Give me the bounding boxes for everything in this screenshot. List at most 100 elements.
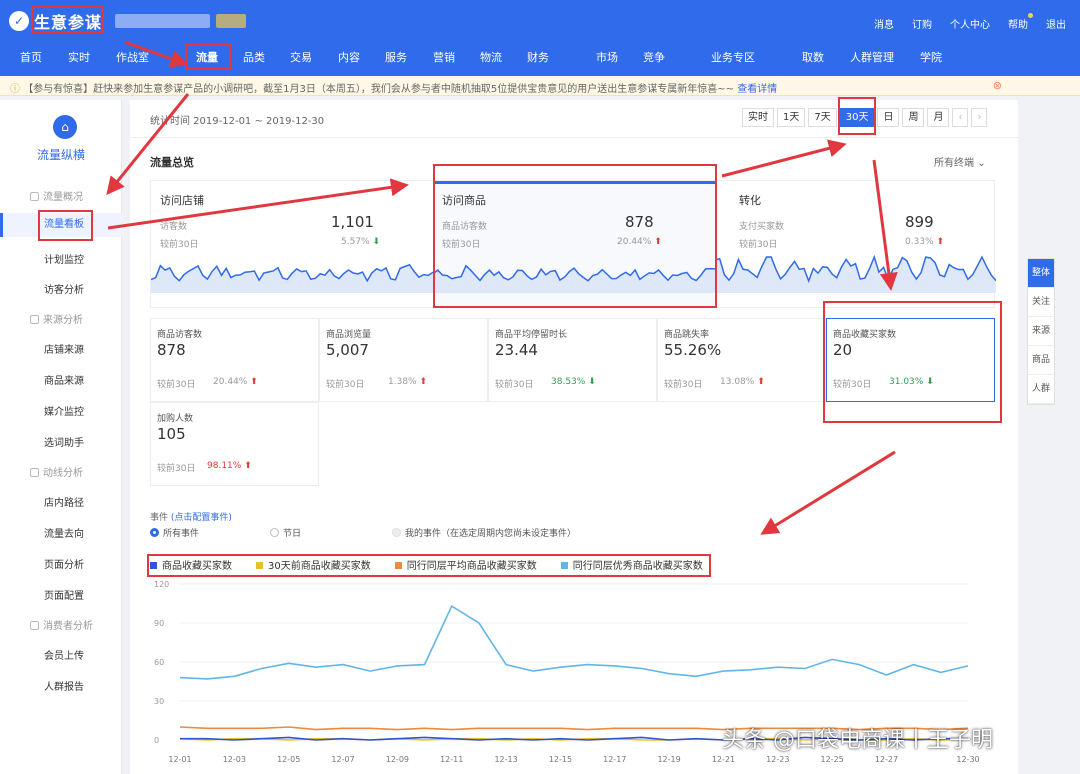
sidebar-item-store-path[interactable]: 店内路径 bbox=[0, 494, 122, 509]
kpi-card-bounce-rate[interactable]: 商品跳失率 55.26% 较前30日 13.08% ⬆ bbox=[657, 318, 826, 402]
nav-item-competition[interactable]: 竞争 bbox=[643, 49, 665, 65]
kpi-card-avg-stay[interactable]: 商品平均停留时长 23.44 较前30日 38.53% ⬇ bbox=[488, 318, 657, 402]
nav-item-logistics[interactable]: 物流 bbox=[480, 49, 502, 65]
nav-item-academy[interactable]: 学院 bbox=[920, 49, 942, 65]
sidebar-item-media-monitor[interactable]: 媒介监控 bbox=[0, 403, 122, 418]
tab-crowd[interactable]: 人群 bbox=[1028, 375, 1054, 404]
nav-item-realtime[interactable]: 实时 bbox=[68, 49, 90, 65]
top-link-messages[interactable]: 消息 bbox=[874, 16, 894, 31]
radio-selected-icon bbox=[150, 528, 159, 537]
kpi-value: 20 bbox=[833, 341, 853, 359]
sidebar-item-member-upload[interactable]: 会员上传 bbox=[0, 647, 122, 662]
period-week-button[interactable]: 周 bbox=[902, 108, 925, 127]
sidebar-item-page-config[interactable]: 页面配置 bbox=[0, 587, 122, 602]
top-link-orders[interactable]: 订购 bbox=[912, 16, 932, 31]
watermark: 头条 @口袋电商课丨王子明 bbox=[722, 728, 993, 753]
nav-item-home[interactable]: 首页 bbox=[20, 49, 42, 65]
nav-item-traffic[interactable]: 流量 bbox=[196, 49, 218, 65]
arrow-down-icon: ⬇ bbox=[588, 377, 596, 387]
stat-time: 统计时间 2019-12-01 ~ 2019-12-30 bbox=[150, 116, 325, 127]
legend-item-2[interactable]: 同行同层平均商品收藏买家数 bbox=[394, 557, 537, 572]
main-nav: 首页 实时 作战室 流量 品类 交易 内容 服务 营销 物流 财务 市场 竞争 … bbox=[0, 44, 1080, 70]
event-option-all[interactable]: 所有事件 bbox=[150, 526, 199, 539]
close-circle-icon[interactable]: ⊗ bbox=[993, 79, 1002, 92]
nav-item-data-fetch[interactable]: 取数 bbox=[802, 49, 824, 65]
nav-item-category[interactable]: 品类 bbox=[243, 49, 265, 65]
sidebar: ⌂ 流量纵横 流量概况 流量看板 计划监控 访客分析 来源分析 店铺来源 商品来… bbox=[0, 100, 122, 774]
legend-item-3[interactable]: 同行同层优秀商品收藏买家数 bbox=[560, 557, 703, 572]
tab-source[interactable]: 来源 bbox=[1028, 317, 1054, 346]
top-link-help[interactable]: 帮助 bbox=[1008, 13, 1033, 31]
config-events-link[interactable]: (点击配置事件) bbox=[171, 513, 232, 523]
notice-link[interactable]: 查看详情 bbox=[737, 84, 777, 95]
kpi-value: 105 bbox=[157, 425, 186, 443]
nav-item-warroom[interactable]: 作战室 bbox=[116, 49, 149, 65]
legend-item-0[interactable]: 商品收藏买家数 bbox=[150, 557, 232, 572]
chevron-right-icon[interactable]: › bbox=[971, 108, 988, 127]
overview-card-selected-bar bbox=[433, 181, 715, 184]
tab-product[interactable]: 商品 bbox=[1028, 346, 1054, 375]
period-day-button[interactable]: 日 bbox=[877, 108, 900, 127]
period-realtime-button[interactable]: 实时 bbox=[742, 108, 774, 127]
sidebar-title: 流量纵横 bbox=[36, 148, 85, 162]
x-tick-label: 12-19 bbox=[657, 755, 680, 764]
info-icon: ⓘ bbox=[10, 84, 24, 95]
overview-card-conversion[interactable]: 转化 支付买家数 899 较前30日 0.33% ⬆ bbox=[715, 181, 996, 309]
kpi-card-product-visitors[interactable]: 商品访客数 878 较前30日 20.44% ⬆ bbox=[150, 318, 319, 402]
nav-item-marketing[interactable]: 营销 bbox=[433, 49, 455, 65]
sidebar-item-traffic-board[interactable]: 流量看板 bbox=[0, 213, 122, 237]
sidebar-item-product-source[interactable]: 商品来源 bbox=[0, 372, 122, 387]
period-30day-button[interactable]: 30天 bbox=[839, 108, 875, 127]
chevron-left-icon[interactable]: ‹ bbox=[952, 108, 969, 127]
kpi-card-favorite-buyers[interactable]: 商品收藏买家数 20 较前30日 31.03% ⬇ bbox=[826, 318, 995, 402]
event-option-mine[interactable]: 我的事件（在选定周期内您尚未设定事件） bbox=[392, 526, 576, 539]
overview-card-pct: 20.44% ⬆ bbox=[617, 237, 662, 247]
event-option-holiday[interactable]: 节日 bbox=[270, 526, 301, 539]
sidebar-group-path: 动线分析 bbox=[30, 464, 83, 479]
period-1day-button[interactable]: 1天 bbox=[777, 108, 806, 127]
top-link-logout[interactable]: 退出 bbox=[1046, 16, 1066, 31]
sidebar-item-crowd-report[interactable]: 人群报告 bbox=[0, 678, 122, 693]
kpi-card-product-pageviews[interactable]: 商品浏览量 5,007 较前30日 1.38% ⬆ bbox=[319, 318, 488, 402]
kpi-compare: 较前30日 bbox=[495, 380, 534, 390]
top-link-profile[interactable]: 个人中心 bbox=[950, 16, 990, 31]
nav-item-trade[interactable]: 交易 bbox=[290, 49, 312, 65]
nav-item-business-zone[interactable]: 业务专区 bbox=[711, 49, 755, 65]
kpi-value: 878 bbox=[157, 341, 186, 359]
overview-card-compare: 较前30日 bbox=[442, 240, 481, 250]
sidebar-item-traffic-destination[interactable]: 流量去向 bbox=[0, 525, 122, 540]
nav-item-service[interactable]: 服务 bbox=[385, 49, 407, 65]
x-tick-label: 12-15 bbox=[549, 755, 572, 764]
overview-card-name: 转化 bbox=[739, 194, 761, 207]
period-7day-button[interactable]: 7天 bbox=[808, 108, 837, 127]
app-title[interactable]: 生意参谋 bbox=[34, 9, 102, 33]
kpi-compare: 较前30日 bbox=[157, 380, 196, 390]
legend-item-1[interactable]: 30天前商品收藏买家数 bbox=[256, 557, 371, 572]
tab-overall[interactable]: 整体 bbox=[1028, 259, 1054, 288]
nav-item-content[interactable]: 内容 bbox=[338, 49, 360, 65]
tab-follow[interactable]: 关注 bbox=[1028, 288, 1054, 317]
nav-item-crowd[interactable]: 人群管理 bbox=[850, 49, 894, 65]
sidebar-item-page-analysis[interactable]: 页面分析 bbox=[0, 556, 122, 571]
sparkline-product bbox=[433, 264, 715, 293]
nav-item-finance[interactable]: 财务 bbox=[527, 49, 549, 65]
arrow-up-icon: ⬆ bbox=[250, 377, 258, 387]
x-tick-label: 12-27 bbox=[875, 755, 898, 764]
overview-card-name: 访问店铺 bbox=[160, 194, 204, 207]
overview-card-shop[interactable]: 访问店铺 访客数 1,101 较前30日 5.57% ⬇ bbox=[151, 181, 433, 309]
sidebar-item-visitor-analysis[interactable]: 访客分析 bbox=[0, 281, 122, 296]
overview-card-product[interactable]: 访问商品 商品访客数 878 较前30日 20.44% ⬆ bbox=[433, 181, 715, 309]
nav-item-market[interactable]: 市场 bbox=[596, 49, 618, 65]
notice-text: 【参与有惊喜】赶快来参加生意参谋产品的小调研吧，截至1月3日（本周五），我们会从… bbox=[23, 84, 735, 95]
kpi-label: 加购人数 bbox=[157, 414, 194, 424]
sparkline-area bbox=[433, 265, 715, 293]
terminal-select[interactable]: 所有终端 ⌄ bbox=[934, 154, 986, 169]
arrow-up-icon: ⬆ bbox=[936, 237, 945, 247]
sidebar-item-plan-monitor[interactable]: 计划监控 bbox=[0, 251, 122, 266]
kpi-card-add-to-cart[interactable]: 加购人数 105 较前30日 98.11% ⬆ bbox=[150, 402, 319, 486]
sidebar-item-shop-source[interactable]: 店铺来源 bbox=[0, 341, 122, 356]
sidebar-item-keyword-helper[interactable]: 选词助手 bbox=[0, 434, 122, 449]
group-icon bbox=[30, 468, 39, 477]
kpi-value: 55.26% bbox=[664, 341, 722, 359]
period-month-button[interactable]: 月 bbox=[927, 108, 950, 127]
